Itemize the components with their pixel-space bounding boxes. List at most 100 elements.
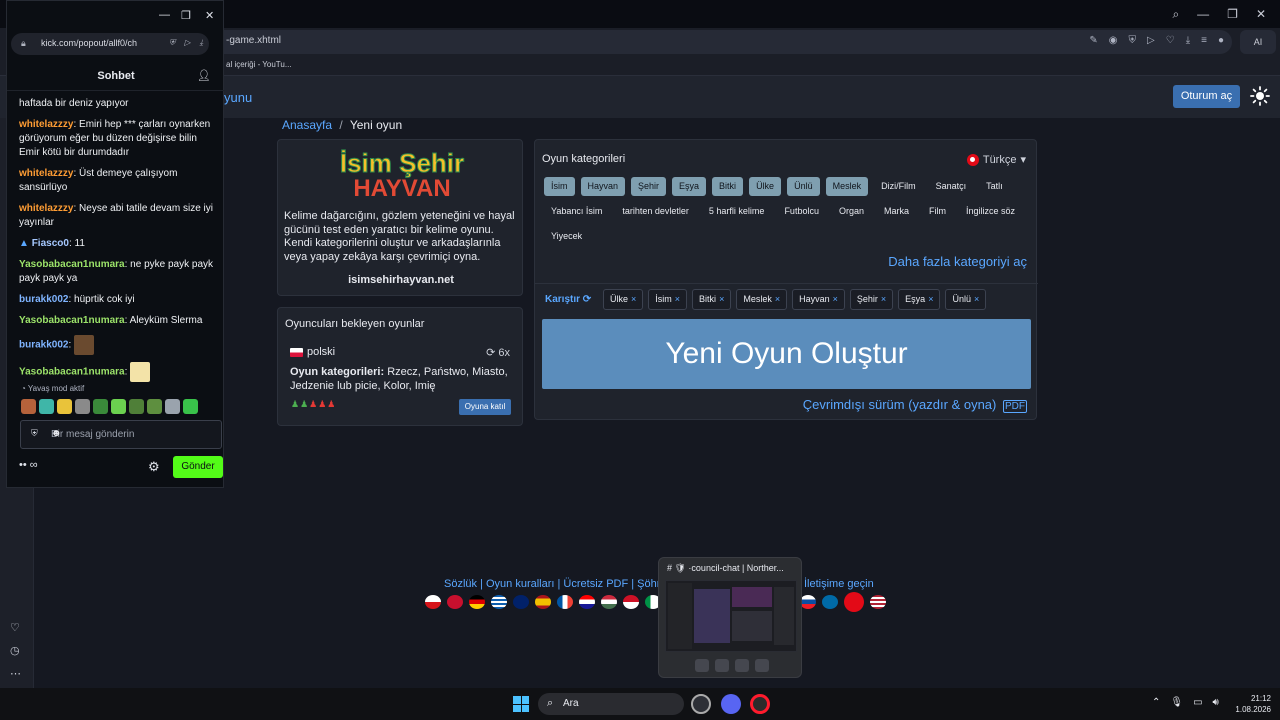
category-chip[interactable]: Yabancı İsim [544, 202, 609, 221]
emoji-icon[interactable]: ☻ [51, 428, 213, 439]
category-chip[interactable]: Şehir [631, 177, 667, 196]
play-icon[interactable]: ▷ [184, 38, 190, 48]
download-icon[interactable]: ⤓ [199, 38, 203, 48]
footer-links[interactable]: Sözlük | Oyun kuralları | Ücretsiz PDF |… [444, 578, 667, 590]
ai-button[interactable]: AI [1240, 30, 1276, 54]
chat-username[interactable]: Yasobabacan1numara [19, 259, 125, 270]
points-indicator[interactable]: •• ∞ [19, 459, 38, 471]
selected-category-chip[interactable]: Şehir × [849, 289, 894, 310]
category-chip[interactable]: Eşya [672, 177, 707, 196]
flag-icon[interactable] [535, 595, 551, 609]
emote-icon[interactable] [183, 399, 198, 414]
selected-category-chip[interactable]: Meslek × [736, 289, 788, 310]
breadcrumb-home[interactable]: Anasayfa [282, 118, 332, 132]
category-chip[interactable]: Sanatçı [929, 177, 974, 196]
popout-address-bar[interactable]: 🔒︎ kick.com/popout/allf0/ch ⛨ ▷ ⤓ [11, 33, 209, 55]
category-chip[interactable]: Yiyecek [544, 227, 589, 246]
flag-icon[interactable] [513, 595, 529, 609]
chat-username[interactable]: burakk002 [19, 340, 68, 351]
emote-icon[interactable] [129, 399, 144, 414]
play-icon[interactable]: ▷ [1147, 35, 1155, 46]
flag-icon[interactable] [425, 595, 441, 609]
menu-icon[interactable]: ≡ [1201, 35, 1207, 46]
flag-icon[interactable] [601, 595, 617, 609]
profile-icon[interactable]: ● [1218, 35, 1224, 46]
selected-category-chip[interactable]: Eşya × [898, 289, 941, 310]
category-chip[interactable]: Dizi/Film [874, 177, 923, 196]
restore-icon[interactable]: ❐ [1227, 7, 1238, 21]
close-icon[interactable]: ✕ [205, 9, 214, 22]
users-icon[interactable]: 👤︎ [197, 69, 211, 82]
shield-icon[interactable]: ⛨ [1129, 35, 1137, 46]
category-chip[interactable]: İngilizce söz [959, 202, 1022, 221]
flag-icon[interactable] [822, 595, 838, 609]
new-game-button[interactable]: Yeni Oyun Oluştur [542, 319, 1031, 389]
footer-contact-link[interactable]: İletişime geçin [804, 578, 874, 590]
category-chip[interactable]: Marka [877, 202, 916, 221]
flag-icon[interactable] [557, 595, 573, 609]
sun-icon[interactable] [1250, 86, 1270, 106]
more-icon[interactable]: ⋯ [10, 667, 21, 680]
app-icon[interactable] [691, 694, 711, 714]
category-chip[interactable]: Organ [832, 202, 871, 221]
emote-icon[interactable] [111, 399, 126, 414]
headphones-icon[interactable] [735, 659, 749, 672]
close-icon[interactable]: ✕ [1256, 7, 1266, 21]
more-categories-link[interactable]: Daha fazla kategoriyi aç [888, 254, 1027, 269]
category-chip[interactable]: tarihten devletler [615, 202, 696, 221]
bookmark-item[interactable]: al içeriği - YouTu... [226, 60, 292, 69]
offline-version-link[interactable]: Çevrimdışı sürüm (yazdır & oyna) PDF [803, 397, 1027, 413]
category-chip[interactable]: Hayvan [580, 177, 626, 196]
download-icon[interactable]: ⤓ [1186, 35, 1190, 46]
login-button[interactable]: Oturum aç [1173, 85, 1240, 108]
chevron-up-icon[interactable]: ⌃ [1152, 697, 1160, 708]
selected-category-chip[interactable]: İsim × [648, 289, 688, 310]
chat-username[interactable]: burakk002 [19, 294, 68, 305]
restore-icon[interactable]: ❐ [181, 9, 191, 22]
category-chip[interactable]: Bitki [712, 177, 744, 196]
flag-icon[interactable] [870, 595, 886, 609]
flag-icon[interactable] [623, 595, 639, 609]
site-brand[interactable]: yunu [224, 90, 252, 105]
remove-icon[interactable]: × [974, 294, 979, 304]
category-chip[interactable]: Film [922, 202, 953, 221]
shuffle-button[interactable]: Karıştır ⟳ [545, 294, 591, 305]
emote-icon[interactable] [57, 399, 72, 414]
category-chip[interactable]: 5 harfli kelime [702, 202, 772, 221]
taskbar-clock[interactable]: 21:12 1.08.2026 [1233, 693, 1271, 715]
flag-icon[interactable] [844, 592, 864, 612]
remove-icon[interactable]: × [675, 294, 680, 304]
heart-icon[interactable]: ♡ [10, 621, 21, 634]
category-chip[interactable]: Ünlü [787, 177, 820, 196]
hangup-icon[interactable] [755, 659, 769, 672]
remove-icon[interactable]: × [775, 294, 780, 304]
category-chip[interactable]: İsim [544, 177, 575, 196]
emote-icon[interactable] [147, 399, 162, 414]
discord-taskbar-preview[interactable]: # 🛡 ·council-chat | Norther... [658, 557, 802, 678]
flag-icon[interactable] [469, 595, 485, 609]
flag-icon[interactable] [447, 595, 463, 609]
send-button[interactable]: Gönder [173, 456, 223, 478]
flag-icon[interactable] [491, 595, 507, 609]
shield-icon[interactable]: ⛨ [169, 38, 175, 48]
chat-username[interactable]: Fiasco0 [32, 238, 69, 249]
windows-start-icon[interactable] [513, 696, 529, 712]
category-chip[interactable]: Ülke [749, 177, 782, 196]
microphone-icon[interactable] [715, 659, 729, 672]
selected-category-chip[interactable]: Ünlü × [945, 289, 987, 310]
address-bar[interactable]: -game.xhtml ✎ ◉ ⛨ ▷ ♡ ⤓ ≡ ● [212, 30, 1232, 54]
language-select[interactable]: Türkçe ▾ [966, 153, 1026, 166]
opera-icon[interactable] [750, 694, 770, 714]
chat-message-input[interactable]: ⛨ Bir mesaj gönderin ☻ [20, 420, 222, 449]
chat-username[interactable]: Yasobabacan1numara [19, 315, 125, 326]
selected-category-chip[interactable]: Bitki × [692, 289, 732, 310]
category-chip[interactable]: Futbolcu [777, 202, 826, 221]
remove-icon[interactable]: × [719, 294, 724, 304]
minimize-icon[interactable]: — [159, 9, 170, 21]
category-chip[interactable]: Tatlı [979, 177, 1010, 196]
chat-username[interactable]: whitelazzzy [19, 168, 73, 179]
minimize-icon[interactable]: — [1197, 7, 1209, 21]
flag-icon[interactable] [579, 595, 595, 609]
chat-username[interactable]: whitelazzzy [19, 203, 73, 214]
category-chip[interactable]: Meslek [825, 177, 869, 196]
